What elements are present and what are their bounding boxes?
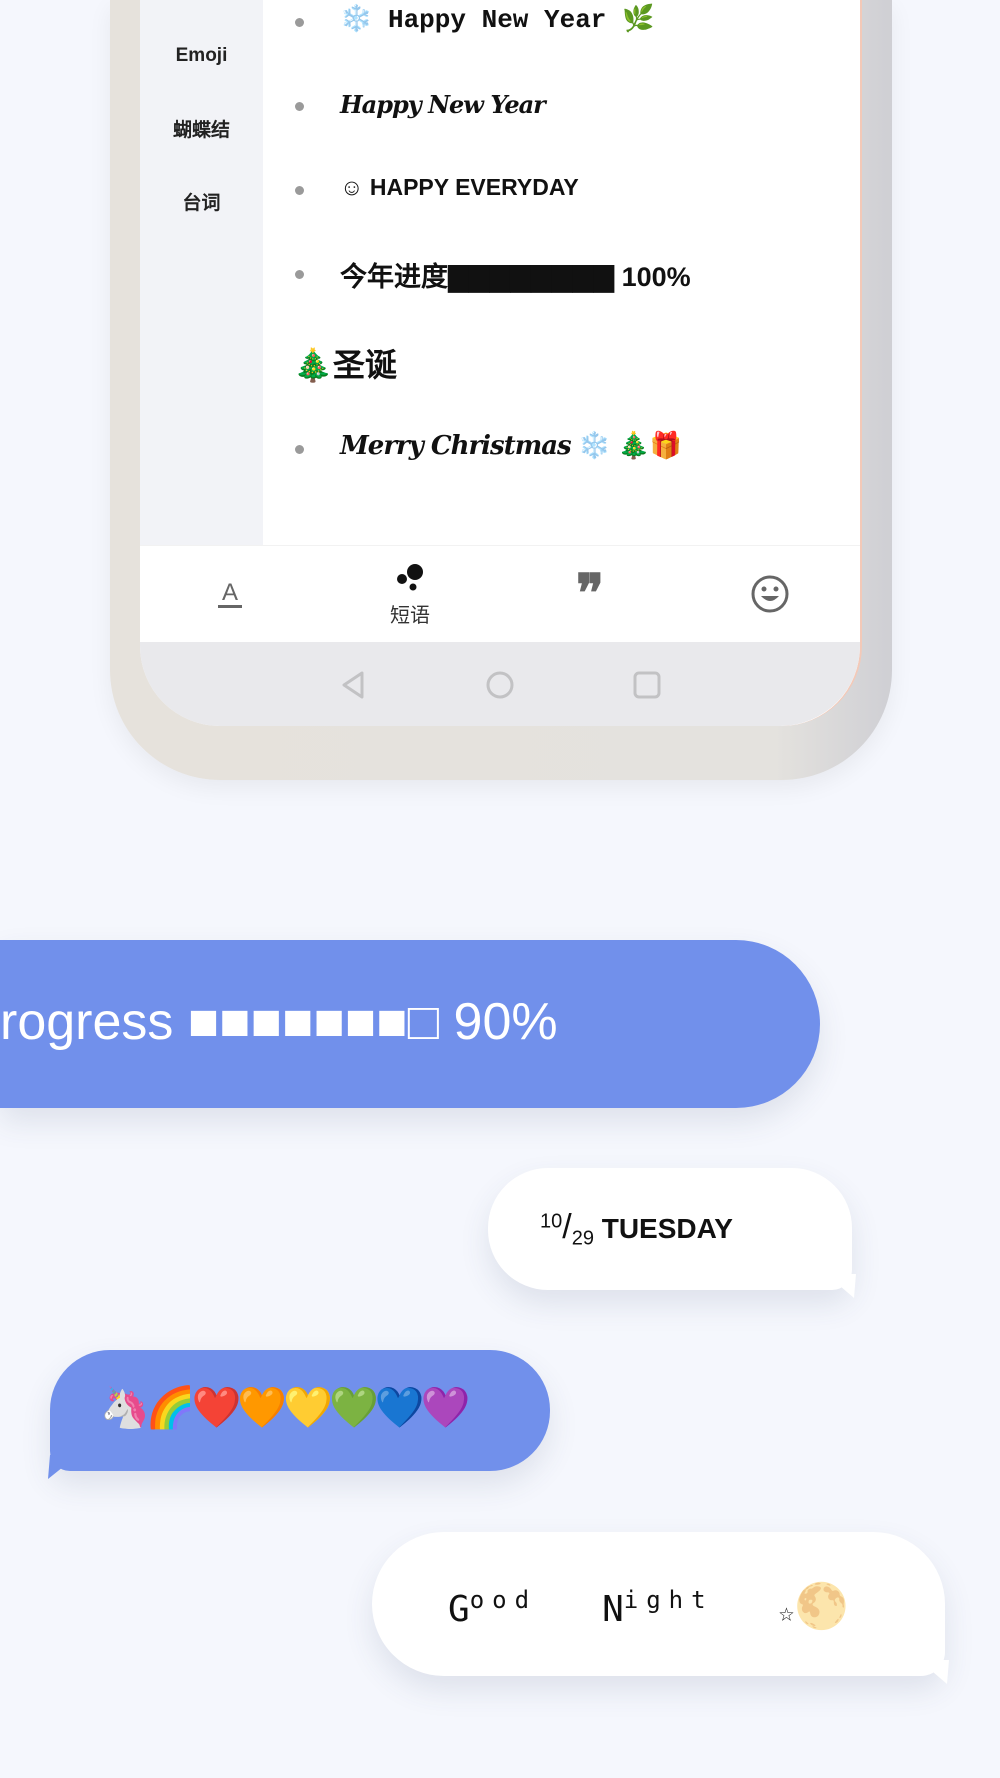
bullet bbox=[295, 445, 304, 454]
sidebar-item-bow[interactable]: 蝴蝶结 bbox=[140, 115, 263, 142]
goodnight-n: N bbox=[602, 1589, 624, 1630]
bullet bbox=[295, 102, 304, 111]
bottom-tab-bar: A 短语 ❞ bbox=[140, 545, 860, 643]
phrase-list: ❄️ Happy New Year 🌿 Happy New Year ☺ HAP… bbox=[263, 0, 860, 545]
bubble-text: rogress ■■■■■■■□ 90% bbox=[0, 993, 558, 1051]
bubble-text: 10/29 TUESDAY bbox=[540, 1208, 733, 1251]
category-sidebar: Emoji 蝴蝶结 台词 bbox=[140, 0, 263, 545]
bullet bbox=[295, 270, 304, 279]
goodnight-g: G bbox=[448, 1589, 470, 1630]
goodnight-ood: ood bbox=[469, 1586, 538, 1614]
bubble-tail bbox=[826, 1274, 856, 1298]
message-bubble-progress: rogress ■■■■■■■□ 90% bbox=[0, 940, 820, 1108]
tab-fonts[interactable]: A bbox=[140, 546, 320, 643]
home-icon[interactable] bbox=[485, 670, 515, 700]
bullet bbox=[295, 186, 304, 195]
smiley-icon bbox=[751, 575, 789, 613]
date-day: 29 bbox=[571, 1227, 594, 1250]
quote-icon: ❞ bbox=[576, 563, 604, 624]
back-icon[interactable] bbox=[338, 670, 368, 700]
sidebar-item-emoji[interactable]: Emoji bbox=[140, 45, 263, 67]
recents-icon[interactable] bbox=[632, 670, 662, 700]
bubbles-icon bbox=[397, 564, 423, 591]
message-bubble-date: 10/29 TUESDAY bbox=[488, 1168, 856, 1298]
date-slash: / bbox=[562, 1208, 572, 1246]
phrase-item[interactable]: Happy New Year bbox=[340, 90, 546, 119]
message-bubble-emoji: 🦄🌈❤️🧡💛💚💙💜 bbox=[48, 1350, 550, 1479]
star-icon: ☆ bbox=[778, 1598, 795, 1628]
tab-emoji[interactable] bbox=[680, 546, 860, 643]
tab-phrases[interactable]: 短语 bbox=[320, 546, 500, 643]
bubble-text: 🦄🌈❤️🧡💛💚💙💜 bbox=[100, 1386, 470, 1430]
bubble-tail bbox=[919, 1660, 949, 1684]
system-nav-bar bbox=[140, 642, 860, 726]
bubble-text: Good Night ☆🌕 bbox=[448, 1580, 849, 1632]
date-month: 10 bbox=[540, 1210, 563, 1233]
svg-text:A: A bbox=[222, 579, 238, 606]
moon-icon: 🌕 bbox=[794, 1581, 850, 1632]
tab-quotes[interactable]: ❞ bbox=[500, 546, 680, 643]
date-weekday: TUESDAY bbox=[601, 1213, 733, 1244]
font-icon: A bbox=[218, 579, 242, 608]
phrase-item[interactable]: 今年进度▇▇▇▇▇▇▇▇ 100% bbox=[340, 255, 691, 294]
message-bubble-goodnight: Good Night ☆🌕 bbox=[372, 1532, 949, 1684]
goodnight-ight: ight bbox=[623, 1586, 714, 1614]
phrase-item[interactable]: ❄️ Happy New Year 🌿 bbox=[340, 4, 654, 35]
phrase-emoji: ❄️ 🎄🎁 bbox=[577, 430, 683, 460]
phone-screen: Emoji 蝴蝶结 台词 ❄️ Happy New Year 🌿 Happy N… bbox=[140, 0, 862, 726]
bubble-tail bbox=[48, 1455, 78, 1479]
sidebar-item-lines[interactable]: 台词 bbox=[140, 188, 263, 215]
bullet bbox=[295, 18, 304, 27]
phrase-item[interactable]: ☺ HAPPY EVERYDAY bbox=[340, 174, 579, 201]
tab-label: 短语 bbox=[390, 605, 430, 627]
section-header-christmas: 🎄圣诞 bbox=[293, 347, 397, 383]
phrase-text: Merry Christmas bbox=[340, 431, 572, 461]
phrase-item[interactable]: Merry Christmas ❄️ 🎄🎁 bbox=[340, 430, 682, 461]
